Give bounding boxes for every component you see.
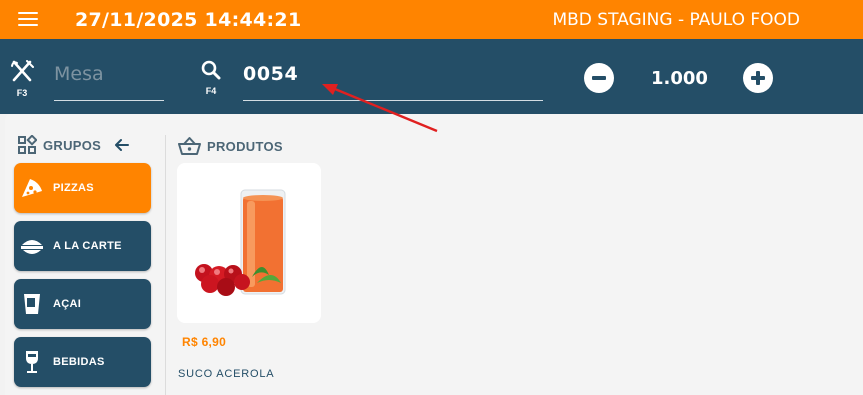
annotation-arrow: [322, 84, 438, 133]
